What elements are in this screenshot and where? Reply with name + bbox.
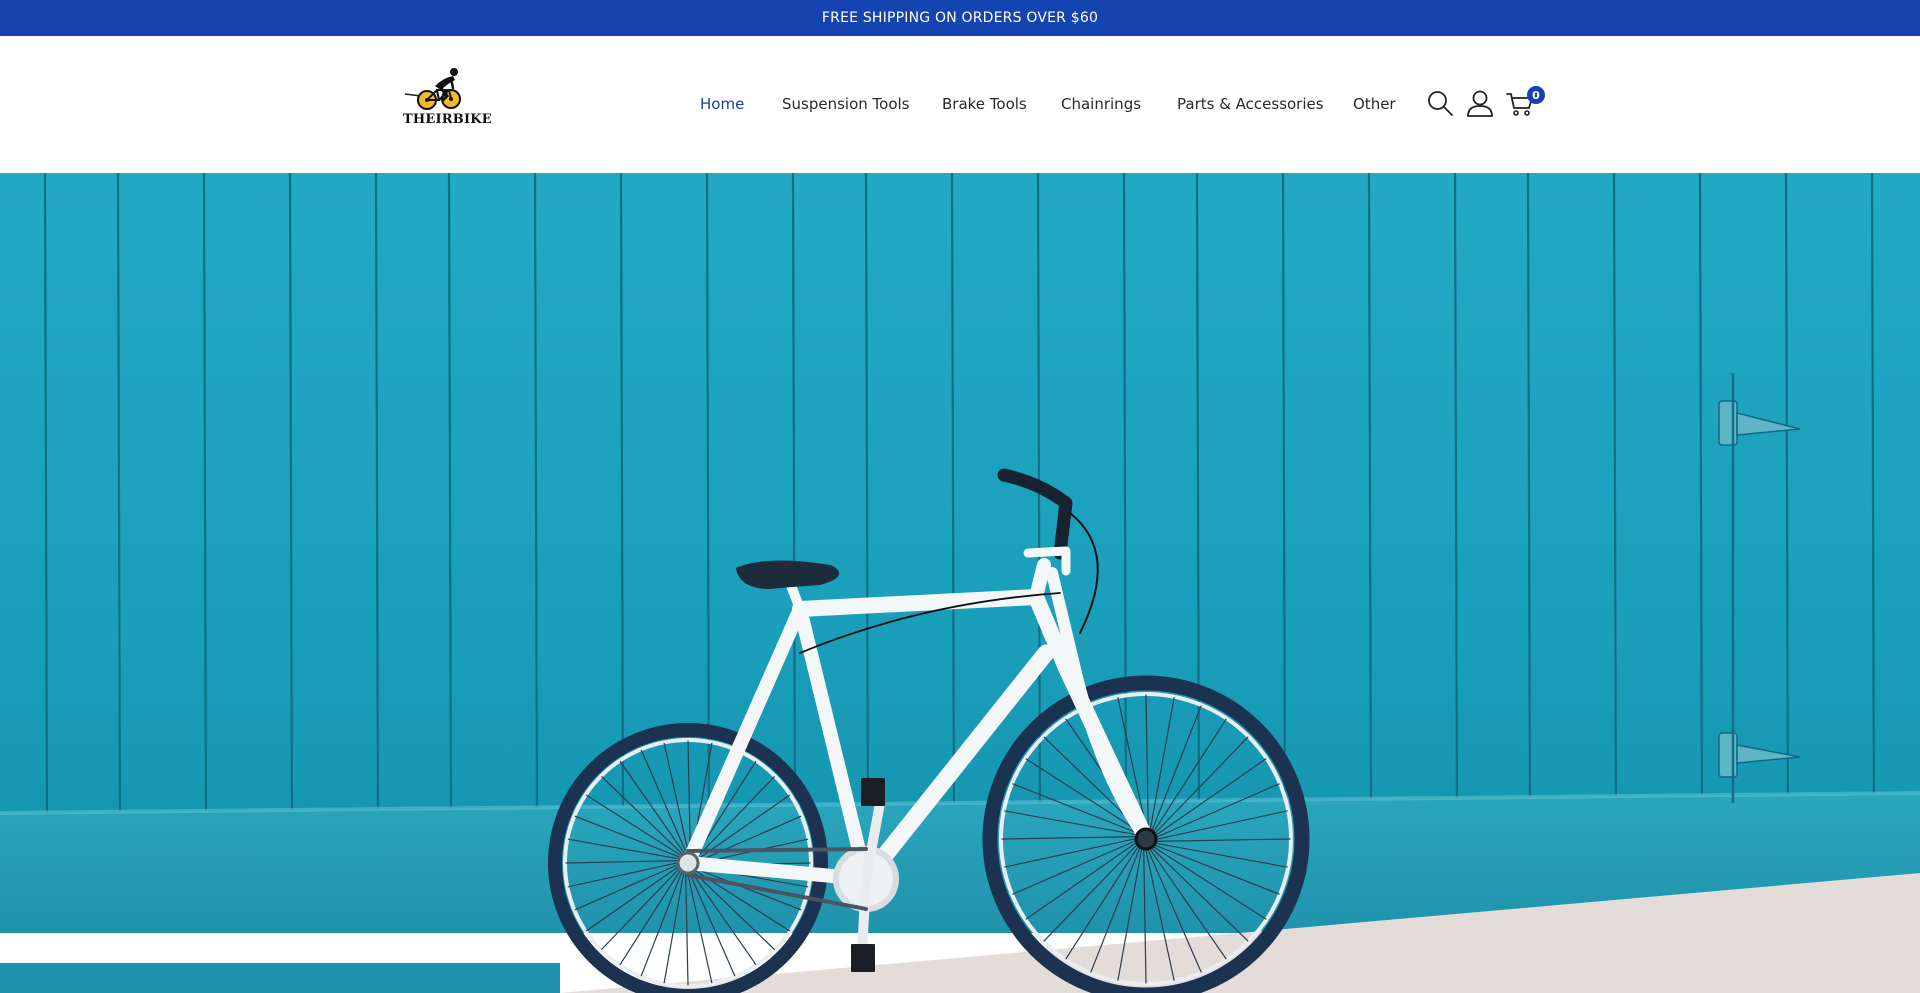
- account-button[interactable]: [1465, 88, 1495, 118]
- brand-logo[interactable]: THEIRBIKE: [403, 66, 492, 132]
- search-button[interactable]: [1425, 88, 1455, 118]
- cart-count-badge: 0: [1527, 86, 1545, 104]
- nav-other[interactable]: Other: [1353, 92, 1396, 116]
- brand-name: THEIRBIKE: [403, 112, 492, 127]
- nav-home[interactable]: Home: [700, 92, 744, 116]
- nav-parts-accessories[interactable]: Parts & Accessories: [1177, 92, 1324, 116]
- hero-image: [0, 173, 1920, 993]
- hero-banner: [0, 173, 1920, 993]
- nav-chainrings[interactable]: Chainrings: [1061, 92, 1141, 116]
- announcement-text: FREE SHIPPING ON ORDERS OVER $60: [821, 10, 1099, 26]
- nav-suspension-tools[interactable]: Suspension Tools: [782, 92, 910, 116]
- user-icon: [1467, 90, 1493, 117]
- nav-brake-tools[interactable]: Brake Tools: [942, 92, 1027, 116]
- site-header: THEIRBIKE Home Suspension Tools Brake To…: [0, 36, 1920, 173]
- cyclist-logo-icon: [404, 68, 461, 110]
- announcement-bar: FREE SHIPPING ON ORDERS OVER $60: [0, 0, 1920, 36]
- search-icon: [1428, 91, 1453, 116]
